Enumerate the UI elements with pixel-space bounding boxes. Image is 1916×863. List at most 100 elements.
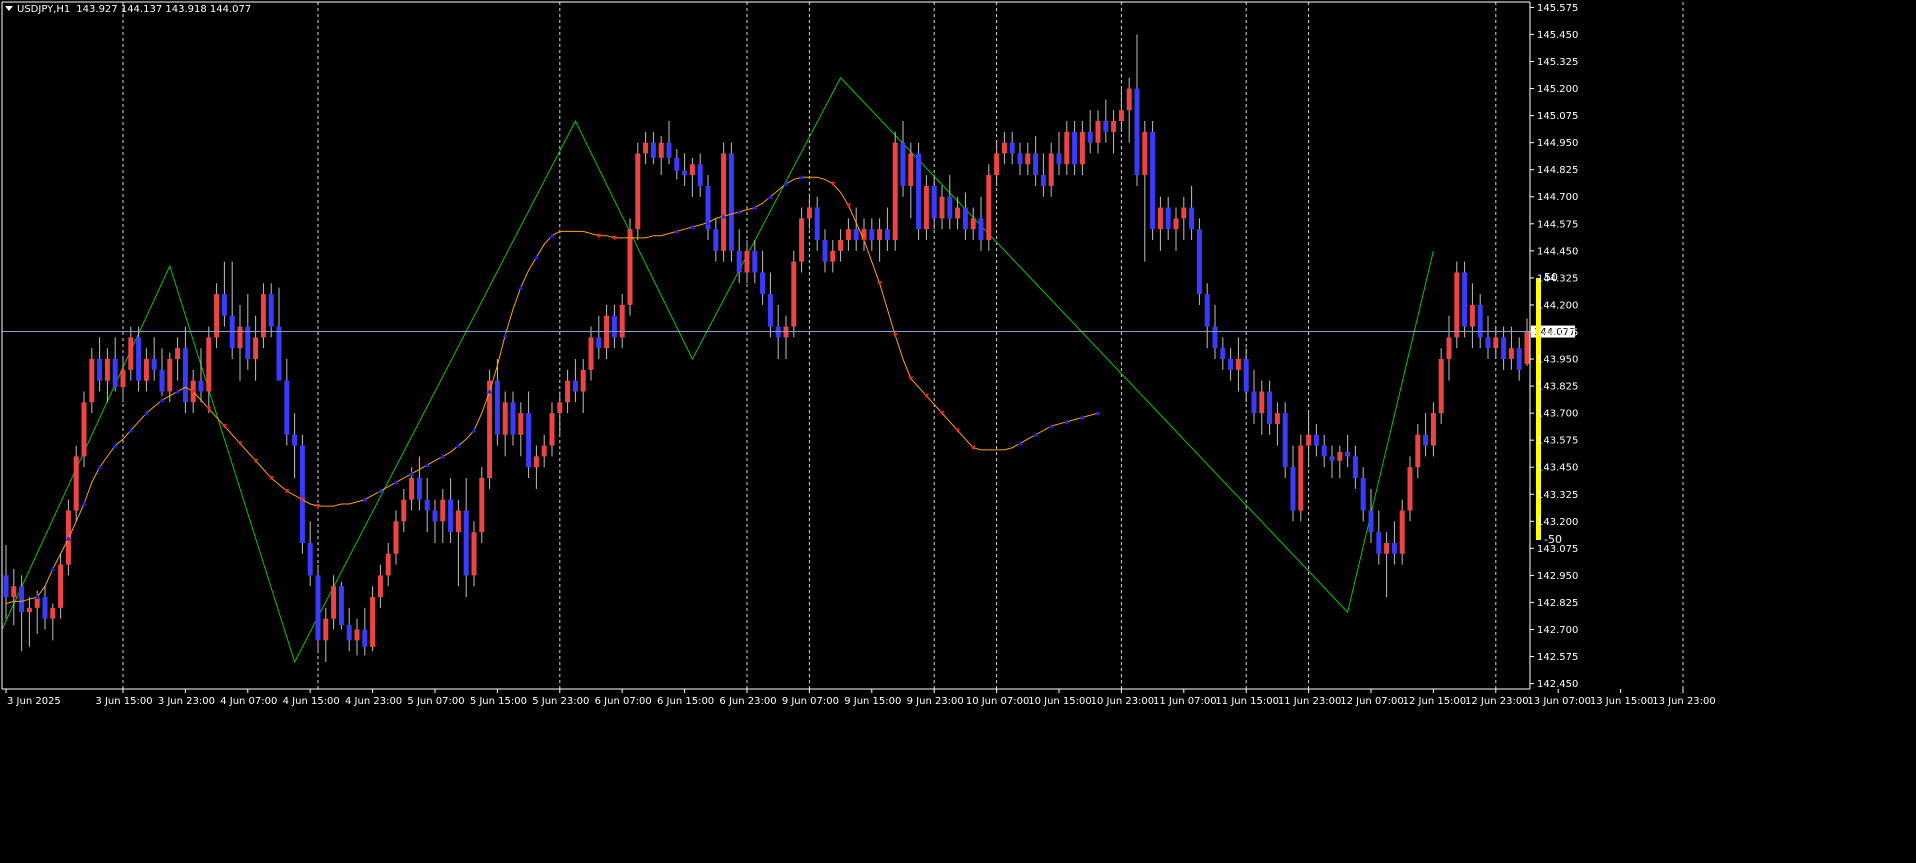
candle-body	[643, 142, 649, 154]
y-tick-label: 145.450	[1537, 30, 1578, 41]
candle-body	[533, 456, 539, 468]
candle-body	[962, 207, 968, 230]
candle-body	[908, 153, 914, 186]
candle-body	[666, 142, 672, 158]
candle-body	[1399, 510, 1405, 554]
candle-body	[869, 229, 875, 241]
candle-body	[1337, 452, 1343, 461]
dropdown-triangle-icon[interactable]	[5, 6, 13, 11]
y-tick-label: 143.825	[1537, 382, 1578, 393]
candle-body	[580, 369, 586, 392]
candle-body	[151, 359, 157, 370]
candle-body	[1454, 272, 1460, 338]
candle-body	[884, 229, 890, 241]
candle-body	[565, 380, 571, 403]
candle-body	[1181, 207, 1187, 219]
candle-body	[596, 337, 602, 349]
candle-body	[1407, 467, 1413, 511]
candle-body	[510, 402, 516, 435]
candle-body	[1165, 207, 1171, 230]
y-tick-label: 142.700	[1537, 625, 1578, 636]
candle-body	[1001, 142, 1007, 154]
x-tick-label: 13 Jun 07:00	[1527, 696, 1591, 707]
candle-body	[1485, 337, 1491, 349]
x-tick-label: 3 Jun 23:00	[158, 696, 215, 707]
candle-body	[1056, 153, 1062, 165]
candle-body	[1251, 391, 1257, 414]
candle-body	[822, 240, 828, 262]
candle-body	[370, 597, 376, 647]
candle-body	[1477, 304, 1483, 338]
price-chart[interactable]: 144.077 50-50 142.450142.575142.700142.8…	[0, 0, 1916, 863]
candle-body	[1157, 207, 1163, 230]
x-tick-label: 9 Jun 23:00	[907, 696, 964, 707]
candle-body	[549, 413, 555, 446]
candle-body	[19, 586, 25, 613]
candle-body	[1033, 153, 1039, 176]
x-tick-label: 11 Jun 07:00	[1153, 696, 1217, 707]
chart-title[interactable]: USDJPY,H1 143.927 144.137 143.918 144.077	[5, 4, 251, 15]
candle-body	[1103, 121, 1109, 132]
candle-body	[448, 499, 454, 533]
candle-body	[58, 564, 64, 608]
candle-body	[1079, 131, 1085, 165]
candle-body	[1126, 88, 1132, 111]
candle-body	[572, 380, 578, 392]
candle-body	[1306, 434, 1312, 446]
candle-body	[1430, 413, 1436, 446]
candle-body	[1298, 445, 1304, 511]
x-tick-label: 6 Jun 23:00	[719, 696, 776, 707]
candle-body	[1282, 413, 1288, 468]
y-tick-label: 145.325	[1537, 57, 1578, 68]
candle-body	[331, 586, 337, 619]
candle-body	[1423, 434, 1429, 446]
x-tick-label: 12 Jun 07:00	[1340, 696, 1404, 707]
candle-body	[986, 175, 992, 241]
candle-body	[1469, 304, 1475, 327]
candle-body	[143, 359, 149, 381]
candle-body	[338, 586, 344, 626]
candle-body	[923, 185, 929, 230]
candle-body	[682, 170, 688, 176]
x-tick-label: 3 Jun 15:00	[95, 696, 152, 707]
candle-body	[260, 294, 266, 338]
candle-body	[1508, 348, 1514, 360]
x-tick-label: 6 Jun 07:00	[595, 696, 652, 707]
candle-body	[253, 337, 259, 360]
candle-body	[845, 229, 851, 241]
candle-body	[432, 510, 438, 522]
candle-body	[1142, 131, 1148, 176]
candle-body	[104, 359, 110, 381]
candle-body	[916, 153, 922, 230]
candle-body	[658, 142, 664, 158]
x-tick-label: 10 Jun 15:00	[1028, 696, 1092, 707]
candle-body	[401, 499, 407, 522]
candle-body	[167, 359, 173, 392]
y-tick-label: 144.450	[1537, 246, 1578, 257]
candle-body	[611, 315, 617, 338]
candle-body	[1524, 331, 1530, 365]
candle-body	[455, 510, 461, 533]
candle-body	[159, 369, 165, 392]
candle-body	[120, 369, 126, 388]
candle-body	[393, 521, 399, 554]
candle-body	[518, 413, 524, 435]
candle-body	[292, 434, 298, 446]
x-tick-label: 3 Jun 2025	[7, 696, 61, 707]
candle-body	[526, 413, 532, 468]
candle-body	[315, 575, 321, 641]
candle-body	[182, 348, 188, 403]
candle-body	[752, 250, 758, 273]
y-tick-label: 144.200	[1537, 300, 1578, 311]
candle-body	[947, 196, 953, 219]
candle-body	[1009, 142, 1015, 154]
candle-body	[323, 618, 329, 641]
candle-body	[1267, 391, 1273, 424]
candle-body	[1438, 359, 1444, 414]
y-tick-label: 144.575	[1537, 219, 1578, 230]
x-tick-label: 11 Jun 23:00	[1278, 696, 1342, 707]
candle-body	[721, 153, 727, 251]
y-tick-label: 145.575	[1537, 3, 1578, 14]
candle-body	[440, 499, 446, 522]
candle-body	[1235, 359, 1241, 370]
